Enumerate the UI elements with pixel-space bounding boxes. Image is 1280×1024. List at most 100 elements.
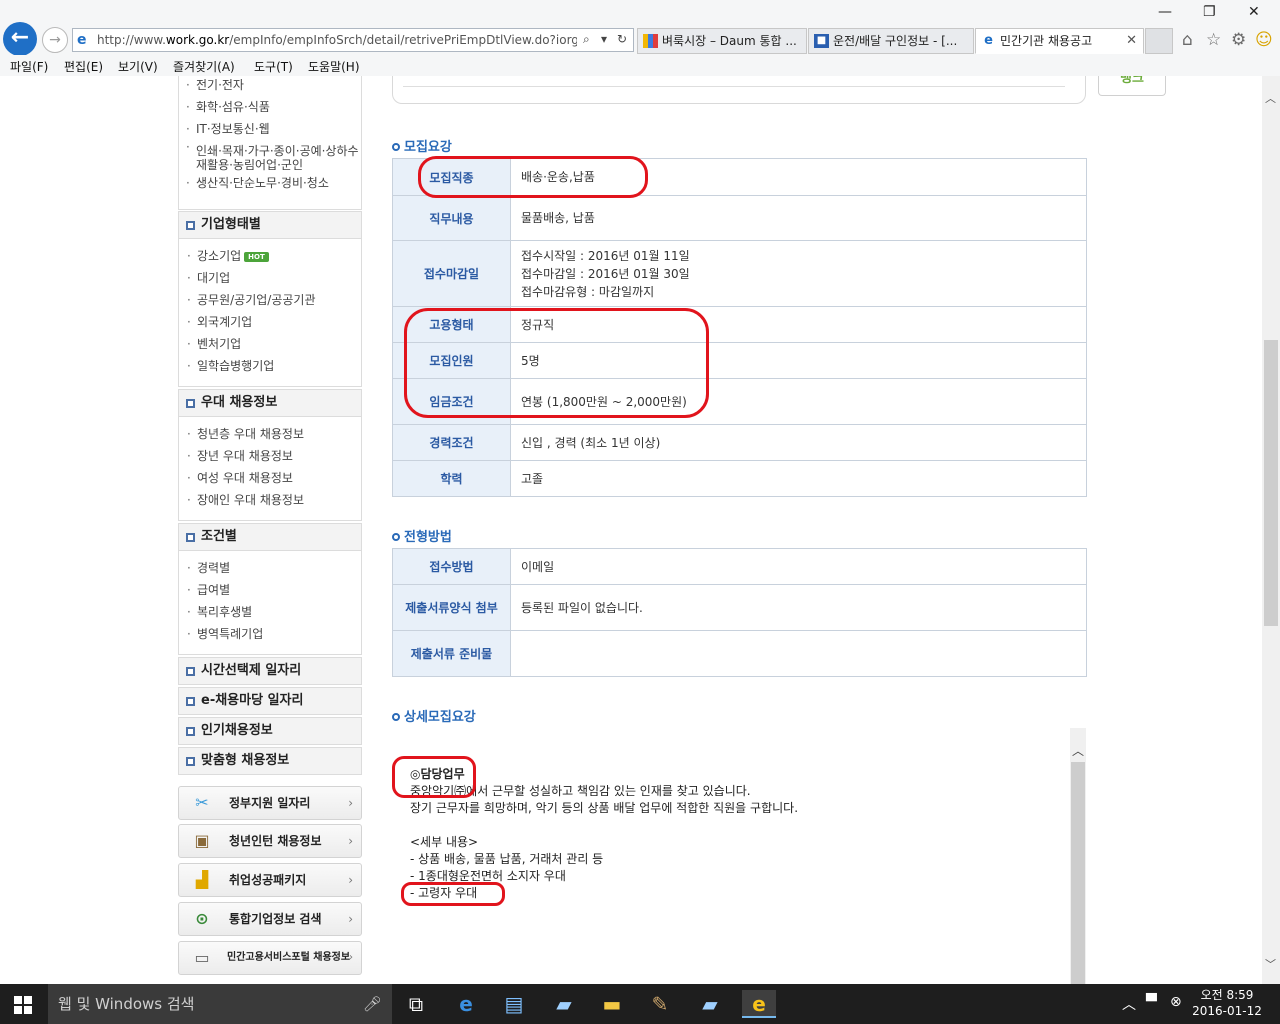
notes-icon[interactable]: ▰ (550, 990, 578, 1018)
table-row: 경력조건 신입 , 경력 (최소 1년 이상) (392, 424, 1087, 461)
close-window-icon[interactable]: ✕ (1248, 4, 1260, 20)
address-bar[interactable]: e http://www.work.go.kr/empInfo/empInfoS… (72, 28, 634, 52)
site-favicon-icon: ■ (814, 34, 829, 48)
custom-jobs-link[interactable]: 맞춤형 채용정보 (178, 747, 362, 775)
list-item[interactable]: 여성 우대 채용정보 (179, 467, 361, 489)
list-item[interactable]: 경력별 (179, 557, 361, 579)
search-icon[interactable]: ⌕ (583, 32, 590, 47)
bullet-square-icon (186, 221, 195, 230)
ie-taskbar-icon[interactable]: e (742, 990, 776, 1018)
notification-icon[interactable]: ▀ (1146, 994, 1157, 1010)
forward-button[interactable]: → (42, 27, 68, 53)
scroll-down-icon[interactable]: ﹀ (1265, 956, 1276, 972)
smiley-feedback-icon[interactable]: ☺ (1255, 30, 1273, 50)
e-recruit-link[interactable]: e-채용마당 일자리 (178, 687, 362, 715)
list-item[interactable]: 일학습병행기업 (179, 355, 361, 377)
new-tab-button[interactable] (1145, 28, 1173, 54)
detail-scroll-thumb[interactable] (1071, 762, 1085, 984)
microphone-icon[interactable]: 🎤︎ (363, 984, 382, 1024)
edge-icon[interactable]: e (452, 990, 480, 1018)
daum-favicon-icon (643, 34, 658, 48)
clock-date: 2016-01-12 (1192, 1004, 1262, 1018)
menu-help[interactable]: 도움말(H) (308, 58, 360, 75)
network-off-icon[interactable]: ⊗ (1170, 994, 1182, 1010)
favorites-star-icon[interactable]: ☆ (1206, 30, 1221, 50)
gov-support-jobs-button[interactable]: ✂ 정부지원 일자리 › (178, 786, 362, 820)
list-item[interactable]: 장애인 우대 채용정보 (179, 489, 361, 511)
task-view-icon[interactable]: ⧉ (402, 990, 430, 1018)
bullet-square-icon (186, 697, 195, 706)
menu-view[interactable]: 보기(V) (118, 58, 158, 75)
company-type-heading[interactable]: 기업형태별 (178, 211, 362, 239)
list-item[interactable]: 강소기업HOT (179, 245, 361, 267)
circle-bullet-icon (392, 533, 400, 541)
table-row: 제출서류 준비물 (392, 630, 1087, 677)
minimize-icon[interactable]: — (1158, 4, 1172, 20)
category-box (178, 76, 362, 210)
list-item[interactable]: 벤처기업 (179, 333, 361, 355)
restore-icon[interactable]: ❐ (1203, 4, 1216, 20)
windows-start-icon[interactable] (14, 996, 32, 1014)
list-item[interactable]: 복리후생별 (179, 601, 361, 623)
browser-chrome: — ❐ ✕ ← → e http://www.work.go.kr/empInf… (0, 0, 1280, 76)
notes2-icon[interactable]: ▰ (696, 990, 724, 1018)
preferred-box: 청년층 우대 채용정보 장년 우대 채용정보 여성 우대 채용정보 장애인 우대… (178, 417, 362, 521)
url-text[interactable]: http://www.work.go.kr/empInfo/empInfoSrc… (97, 33, 577, 49)
id-badge-icon: ▣ (194, 831, 210, 850)
home-icon[interactable]: ⌂ (1182, 30, 1193, 50)
tab-delivery[interactable]: ■ 운전/배달 구인정보 - [... (808, 28, 974, 54)
folder-icon[interactable]: ▬ (598, 990, 626, 1018)
close-tab-icon[interactable]: ✕ (1126, 29, 1137, 53)
page-scroll-thumb[interactable] (1264, 340, 1278, 626)
gear-icon[interactable]: ⚙ (1231, 30, 1246, 50)
tab-private-jobs[interactable]: e 민간기관 채용공고 ✕ (975, 28, 1144, 54)
company-type-box: 강소기업HOT 대기업 공무원/공기업/공공기관 외국계기업 벤처기업 일학습병… (178, 239, 362, 387)
dropdown-icon[interactable]: ▾ (601, 32, 607, 46)
list-item[interactable]: 병역특례기업 (179, 623, 361, 645)
chevron-up-icon[interactable]: ︿ (1122, 994, 1136, 1014)
refresh-icon[interactable]: ↻ (617, 32, 627, 46)
list-item[interactable]: 대기업 (179, 267, 361, 289)
list-item[interactable]: 외국계기업 (179, 311, 361, 333)
back-button[interactable]: ← (3, 22, 37, 56)
circle-bullet-icon (392, 143, 400, 151)
selection-table: 접수방법 이메일 제출서류양식 첨부 등록된 파일이 없습니다. 제출서류 준비물 (392, 548, 1087, 677)
menu-file[interactable]: 파일(F) (10, 58, 48, 75)
chevron-right-icon: › (348, 796, 353, 810)
list-item[interactable]: 급여별 (179, 579, 361, 601)
detail-scrollbar[interactable]: ︿ (1070, 728, 1086, 984)
menu-edit[interactable]: 편집(E) (64, 58, 103, 75)
detail-textbox[interactable]: ◎담당업무 중앙악기㈜에서 근무할 성실하고 책임감 있는 인재를 찾고 있습니… (392, 728, 1086, 984)
app-icon[interactable]: ▤ (500, 990, 528, 1018)
summary-box (392, 76, 1086, 104)
bank-button[interactable]: 뱅크 (1098, 76, 1166, 96)
company-info-search-button[interactable]: ⊙ 통합기업정보 검색 › (178, 902, 362, 936)
bullet-square-icon (186, 667, 195, 676)
menu-bar: 파일(F) 편집(E) 보기(V) 즐겨찾기(A) 도구(T) 도움말(H) (0, 55, 1280, 76)
annotation-ellipse (401, 882, 505, 906)
list-item[interactable]: 공무원/공기업/공공기관 (179, 289, 361, 311)
recruit-section-title: 모집요강 (392, 136, 452, 155)
search-placeholder: 웹 및 Windows 검색 (58, 995, 195, 1013)
taskbar-search[interactable]: 웹 및 Windows 검색 🎤︎ (48, 984, 392, 1024)
scroll-up-icon[interactable]: ︿ (1265, 90, 1276, 106)
scroll-up-icon[interactable]: ︿ (1072, 742, 1084, 759)
menu-favorites[interactable]: 즐겨찾기(A) (173, 58, 235, 75)
condition-heading[interactable]: 조건별 (178, 523, 362, 551)
list-item[interactable]: 장년 우대 채용정보 (179, 445, 361, 467)
popular-jobs-link[interactable]: 인기채용정보 (178, 717, 362, 745)
part-time-jobs-link[interactable]: 시간선택제 일자리 (178, 657, 362, 685)
list-item[interactable]: 청년층 우대 채용정보 (179, 423, 361, 445)
employment-package-button[interactable]: ▟ 취업성공패키지 › (178, 863, 362, 897)
chevron-right-icon: › (348, 912, 353, 926)
youth-intern-button[interactable]: ▣ 청년인턴 채용정보 › (178, 824, 362, 858)
private-portal-button[interactable]: ▭ 민간고용서비스포털 채용정보 › (178, 941, 362, 975)
chevron-right-icon: › (349, 952, 353, 963)
menu-tools[interactable]: 도구(T) (254, 58, 293, 75)
system-clock[interactable]: 오전 8:59 2016-01-12 (1192, 987, 1262, 1019)
tab-daum[interactable]: 벼룩시장 – Daum 통합 ... (637, 28, 807, 54)
page-scrollbar[interactable]: ︿ ﹀ (1262, 76, 1280, 984)
paint-icon[interactable]: ✎ (646, 990, 674, 1018)
preferred-heading[interactable]: 우대 채용정보 (178, 389, 362, 417)
table-row: 직무내용 물품배송, 납품 (392, 195, 1087, 241)
